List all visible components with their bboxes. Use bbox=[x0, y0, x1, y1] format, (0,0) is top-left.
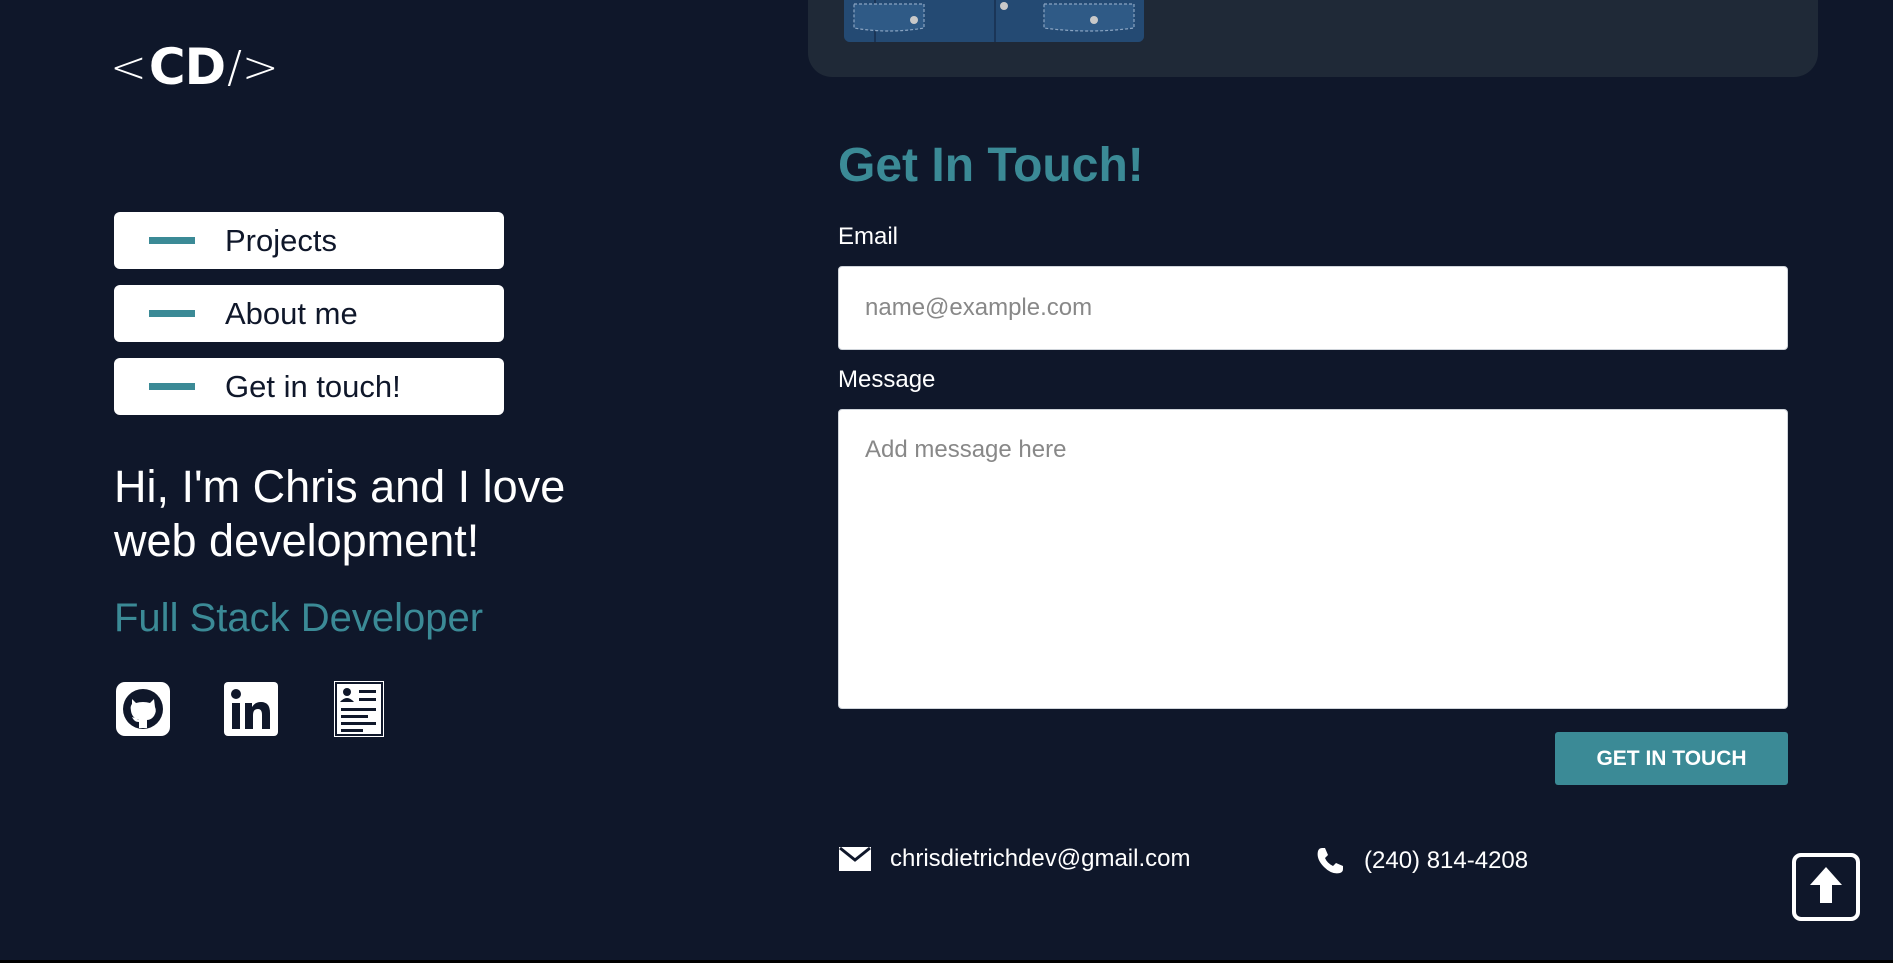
resume-icon[interactable] bbox=[330, 680, 388, 738]
github-icon[interactable] bbox=[114, 680, 172, 738]
contact-title: Get In Touch! bbox=[838, 139, 1144, 192]
social-links bbox=[114, 680, 388, 738]
hero-headline: Hi, I'm Chris and I love web development… bbox=[114, 461, 566, 566]
profile-image-card bbox=[808, 0, 1818, 77]
contact-phone[interactable]: (240) 814-4208 bbox=[1314, 845, 1528, 877]
nav-item-label: Projects bbox=[225, 222, 337, 258]
logo-text: CD bbox=[148, 38, 226, 96]
nav-bar-icon bbox=[149, 383, 195, 390]
logo-close-bracket: /> bbox=[227, 41, 279, 93]
profile-photo bbox=[844, 0, 1144, 42]
message-field[interactable] bbox=[838, 409, 1788, 709]
arrow-up-icon bbox=[1808, 865, 1844, 910]
linkedin-icon[interactable] bbox=[222, 680, 280, 738]
main-nav: Projects About me Get in touch! bbox=[114, 212, 504, 431]
message-label: Message bbox=[838, 366, 936, 393]
nav-item-contact[interactable]: Get in touch! bbox=[114, 358, 504, 415]
hero-role: Full Stack Developer bbox=[114, 596, 484, 640]
contact-email-text: chrisdietrichdev@gmail.com bbox=[890, 845, 1191, 872]
nav-bar-icon bbox=[149, 310, 195, 317]
mail-icon bbox=[838, 845, 872, 873]
site-logo[interactable]: < CD /> bbox=[110, 38, 279, 96]
contact-email[interactable]: chrisdietrichdev@gmail.com bbox=[838, 845, 1190, 873]
email-label: Email bbox=[838, 223, 899, 250]
nav-item-about[interactable]: About me bbox=[114, 285, 504, 342]
nav-item-label: About me bbox=[225, 295, 358, 331]
email-field[interactable] bbox=[838, 266, 1788, 350]
get-in-touch-button[interactable]: GET IN TOUCH bbox=[1555, 732, 1788, 785]
logo-open-bracket: < bbox=[110, 41, 147, 93]
nav-item-projects[interactable]: Projects bbox=[114, 212, 504, 269]
contact-phone-text: (240) 814-4208 bbox=[1364, 847, 1529, 874]
scroll-to-top-button[interactable] bbox=[1792, 853, 1860, 921]
nav-item-label: Get in touch! bbox=[225, 368, 401, 404]
nav-bar-icon bbox=[149, 237, 195, 244]
phone-icon bbox=[1314, 845, 1346, 877]
